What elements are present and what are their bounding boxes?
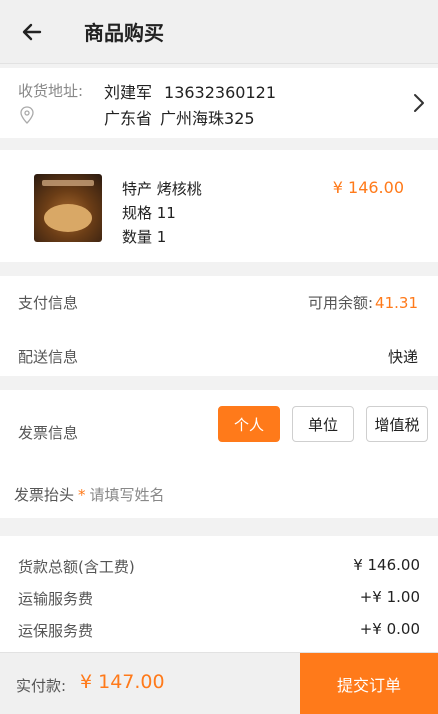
insurance-fee-label: 运保服务费 [18,622,94,640]
recipient-phone: 13632360121 [164,83,276,102]
arrow-left-icon [22,23,42,40]
invoice-company-button[interactable]: 单位 [292,406,354,442]
payment-section: 支付信息 可用余额: 41.31 配送信息 快递 [0,276,438,376]
address-detail: 广州海珠325 [160,109,255,128]
invoice-header-field[interactable]: 发票抬头 * 请填写姓名 [14,484,165,505]
invoice-info-label: 发票信息 [18,424,79,442]
invoice-vat-button[interactable]: 增值税 [366,406,428,442]
paid-amount-value: ¥ 147.00 [80,671,165,693]
recipient-line: 刘建军 13632360121 [104,79,276,103]
address-province: 广东省 [104,109,153,128]
invoice-personal-button[interactable]: 个人 [218,406,280,442]
product-section: 特产 烤核桃 规格 11 数量 1 ¥ 146.00 [0,150,438,262]
address-label: 收货地址: [18,82,84,100]
insurance-fee-value: +¥ 0.00 [359,620,420,638]
balance-label: 可用余额: [307,294,374,312]
transport-fee-value: +¥ 1.00 [359,588,420,606]
chevron-right-icon[interactable] [412,92,426,114]
address-line: 广东省 广州海珠325 [104,105,255,129]
product-price: ¥ 146.00 [332,178,404,197]
invoice-header-label: 发票抬头 [14,486,75,504]
product-name: 特产 烤核桃 [122,180,202,198]
top-bar: 商品购买 [0,0,438,64]
location-pin-icon [20,106,34,124]
product-spec: 规格 11 [122,204,176,222]
available-balance: 可用余额: 41.31 [308,292,418,313]
payment-info-label: 支付信息 [18,294,79,312]
product-quantity: 数量 1 [122,228,167,246]
paid-amount-label: 实付款: [16,677,67,695]
address-section[interactable]: 收货地址: 刘建军 13632360121 广东省 广州海珠325 [0,68,438,138]
balance-value: 41.31 [375,294,418,312]
goods-total-label: 货款总额(含工费) [18,558,135,576]
checkout-bar: 实付款: ¥ 147.00 提交订单 [0,652,438,714]
goods-total-value: ¥ 146.00 [353,556,420,574]
transport-fee-label: 运输服务费 [18,590,94,608]
recipient-name: 刘建军 [104,83,153,102]
shipping-method[interactable]: 快递 [388,346,418,367]
page-title: 商品购买 [84,21,164,45]
invoice-header-input[interactable]: 请填写姓名 [90,486,165,504]
back-button[interactable] [12,12,52,52]
invoice-section: 发票信息 个人 单位 增值税 发票抬头 * 请填写姓名 [0,390,438,518]
product-image [34,174,102,242]
submit-order-button[interactable]: 提交订单 [300,653,438,714]
required-marker: * [78,486,86,504]
shipping-info-label: 配送信息 [18,348,79,366]
fees-section: 货款总额(含工费) ¥ 146.00 运输服务费 +¥ 1.00 运保服务费 +… [0,536,438,652]
